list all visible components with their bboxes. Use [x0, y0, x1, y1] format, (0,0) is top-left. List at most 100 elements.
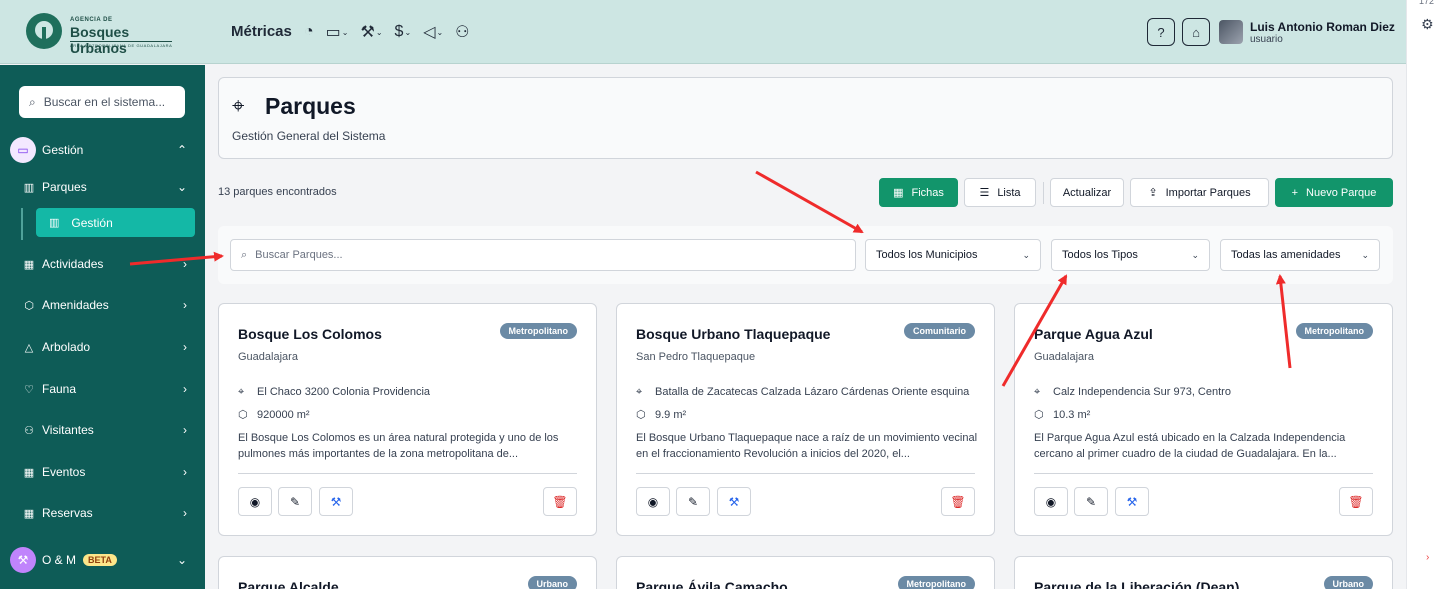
park-card[interactable]: Parque Agua Azul Metropolitano Guadalaja… [1014, 303, 1393, 536]
gauge-icon[interactable]: ◔ [304, 20, 314, 44]
map-pin-icon: ⌖ [1034, 386, 1041, 398]
top-header: AGENCIA DE Bosques Urbanos ÁREA METROPOL… [0, 0, 1406, 64]
grid-icon: ▦ [893, 187, 904, 199]
park-card[interactable]: Parque Ávila Camacho Metropolitano [616, 556, 995, 589]
delete-button[interactable]: 🗑 [543, 487, 577, 516]
parques-search-input[interactable]: ⌕ Buscar Parques... [230, 239, 856, 271]
park-card[interactable]: Parque de la Liberación (Dean) Urbano [1014, 556, 1393, 589]
park-type-badge: Metropolitano [1295, 323, 1373, 339]
sidebar-item-actividades[interactable]: ▦ Actividades › [0, 249, 205, 279]
sidebar-item-amenidades[interactable]: ⬡ Amenidades › [0, 290, 205, 320]
sidebar-item-parques[interactable]: ▥ Parques ⌄ [0, 172, 205, 202]
nuevo-parque-button[interactable]: + Nuevo Parque [1275, 178, 1393, 207]
sidebar-item-gestion[interactable]: ▭ Gestión ⌃ [0, 135, 205, 165]
municipios-select[interactable]: Todos los Municipios ⌄ [865, 239, 1041, 271]
sidebar-item-label: Arbolado [42, 340, 91, 354]
park-title[interactable]: Bosque Los Colomos [238, 326, 382, 342]
fichas-view-button[interactable]: ▦ Fichas [879, 178, 958, 207]
search-icon: ⌕ [29, 94, 36, 109]
map-pin-icon: ⌖ [238, 386, 245, 398]
page-subtitle: Gestión General del Sistema [232, 129, 386, 143]
eye-icon: ◉ [1045, 494, 1057, 509]
chevron-right-icon: › [183, 465, 187, 479]
park-area: ⬡ 920000 m² [238, 408, 310, 421]
sidebar-item-arbolado[interactable]: △ Arbolado › [0, 332, 205, 362]
park-address: ⌖ Batalla de Zacatecas Calzada Lázaro Cár… [636, 386, 981, 399]
delete-button[interactable]: 🗑 [1339, 487, 1373, 516]
actualizar-label: Actualizar [1062, 186, 1112, 199]
chevron-down-icon: ⌄ [176, 180, 187, 194]
map-icon: ▥ [49, 217, 60, 229]
dollar-icon[interactable]: $ ⌄ [395, 20, 412, 44]
park-title[interactable]: Parque Alcalde [238, 579, 339, 589]
plus-icon: + [1291, 186, 1299, 199]
park-title[interactable]: Parque Ávila Camacho [636, 579, 788, 589]
nav-title-metricas[interactable]: Métricas [231, 23, 292, 40]
importar-parques-button[interactable]: ⇪ Importar Parques [1130, 178, 1269, 207]
home-button[interactable]: ⌂ [1182, 18, 1210, 46]
edit-button[interactable]: ✎ [676, 487, 710, 516]
agency-logo[interactable]: AGENCIA DE Bosques Urbanos ÁREA METROPOL… [26, 13, 186, 56]
sidebar-item-om[interactable]: ⚒ O & M BETA ⌄ [0, 545, 205, 575]
chevron-right-icon: › [183, 257, 187, 271]
park-title[interactable]: Bosque Urbano Tlaquepaque [636, 326, 830, 342]
tree-icon: △ [24, 341, 34, 354]
view-button[interactable]: ◉ [636, 487, 670, 516]
view-button[interactable]: ◉ [1034, 487, 1068, 516]
help-button[interactable]: ? [1147, 18, 1175, 46]
actualizar-button[interactable]: Actualizar [1050, 178, 1124, 207]
top-nav-icons: ◔ ▭ ⌄ ⚒ ⌄ $ ⌄ ◁ ⌄ ⚇ [304, 20, 470, 44]
edit-icon: ✎ [289, 494, 301, 509]
folder-icon[interactable]: ▭ ⌄ [326, 20, 349, 44]
list-icon: ☰ [979, 187, 990, 199]
users-icon: ⚇ [24, 424, 34, 437]
park-card[interactable]: Bosque Urbano Tlaquepaque Comunitario Sa… [616, 303, 995, 536]
package-icon: ⬡ [24, 299, 34, 312]
maintenance-button[interactable]: ⚒ [717, 487, 751, 516]
chevron-right-icon: › [183, 298, 187, 312]
delete-button[interactable]: 🗑 [941, 487, 975, 516]
card-divider [238, 473, 577, 474]
sidebar-item-reservas[interactable]: ▦ Reservas › [0, 498, 205, 528]
amenidades-select[interactable]: Todas las amenidades ⌄ [1220, 239, 1380, 271]
park-title[interactable]: Parque Agua Azul [1034, 326, 1153, 342]
sidebar-item-label: Fauna [42, 382, 77, 396]
sidebar-item-eventos[interactable]: ▦ Eventos › [0, 457, 205, 487]
view-button[interactable]: ◉ [238, 487, 272, 516]
maintenance-button[interactable]: ⚒ [319, 487, 353, 516]
gear-icon[interactable]: ⚙ [1421, 16, 1434, 33]
maintenance-button[interactable]: ⚒ [1115, 487, 1149, 516]
amenidades-value: Todas las amenidades [1231, 249, 1341, 261]
edit-icon: ✎ [1085, 494, 1097, 509]
map-pin-icon: ⌖ [232, 93, 245, 118]
sidebar-search-input[interactable]: ⌕ Buscar en el sistema... [19, 86, 185, 118]
park-area-text: 10.3 m² [1053, 409, 1091, 421]
parques-search-placeholder: Buscar Parques... [255, 249, 343, 261]
park-card[interactable]: Bosque Los Colomos Metropolitano Guadala… [218, 303, 597, 536]
sidebar-item-label: Actividades [42, 257, 104, 271]
chevron-right-icon: › [183, 382, 187, 396]
lista-view-button[interactable]: ☰ Lista [964, 178, 1036, 207]
calendar-icon: ▦ [23, 258, 35, 271]
trash-icon: 🗑 [950, 494, 966, 509]
park-title[interactable]: Parque de la Liberación (Dean) [1034, 579, 1239, 589]
page-header: ⌖ Parques Gestión General del Sistema [218, 77, 1393, 159]
edit-button[interactable]: ✎ [1074, 487, 1108, 516]
wrench-icon[interactable]: ⚒ ⌄ [361, 20, 383, 44]
edit-icon: ✎ [687, 494, 699, 509]
sidebar-item-parques-gestion[interactable]: ▥ Gestión [36, 208, 195, 237]
avatar[interactable] [1219, 20, 1243, 44]
calendar-icon: ▦ [23, 466, 35, 479]
megaphone-icon[interactable]: ◁ ⌄ [423, 20, 443, 44]
sidebar-item-label: Visitantes [42, 423, 94, 437]
chevron-right-icon[interactable]: › [1426, 552, 1429, 563]
edit-button[interactable]: ✎ [278, 487, 312, 516]
users-icon[interactable]: ⚇ [455, 20, 469, 44]
sidebar-item-label: Amenidades [42, 298, 109, 312]
tree-logo-icon [26, 13, 62, 49]
park-card[interactable]: Parque Alcalde Urbano [218, 556, 597, 589]
sidebar-item-fauna[interactable]: ♡ Fauna › [0, 374, 205, 404]
park-description: El Bosque Los Colomos es un área natural… [238, 432, 559, 460]
sidebar-item-visitantes[interactable]: ⚇ Visitantes › [0, 415, 205, 445]
tipos-select[interactable]: Todos los Tipos ⌄ [1051, 239, 1210, 271]
